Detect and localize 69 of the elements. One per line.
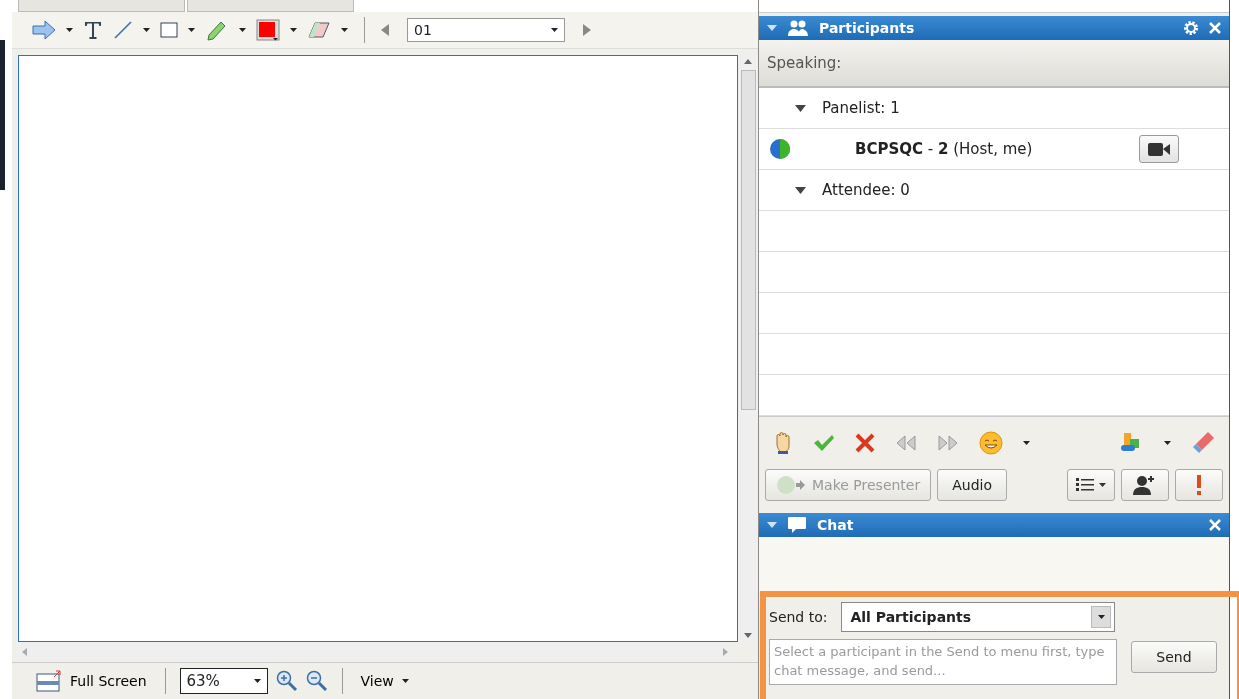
recipient-dropdown[interactable]: All Participants xyxy=(841,602,1116,632)
add-person-icon xyxy=(1133,475,1157,495)
status-globe-icon xyxy=(769,138,791,160)
scroll-down-icon[interactable] xyxy=(744,633,752,638)
collapse-arrow-icon[interactable] xyxy=(767,522,777,528)
chat-header[interactable]: Chat xyxy=(759,513,1229,537)
text-tool-icon[interactable] xyxy=(83,20,103,40)
send-to-label: Send to: xyxy=(769,609,828,625)
alert-button[interactable] xyxy=(1175,469,1223,501)
caret-icon[interactable] xyxy=(188,28,195,32)
caret-icon[interactable] xyxy=(290,28,297,32)
send-button[interactable]: Send xyxy=(1131,641,1217,673)
globe-arrow-icon xyxy=(776,475,806,495)
close-icon[interactable] xyxy=(1209,22,1221,34)
arrow-tool-icon[interactable] xyxy=(32,20,56,40)
people-icon xyxy=(787,20,809,36)
caret-icon[interactable] xyxy=(1023,441,1030,445)
close-icon[interactable] xyxy=(1209,519,1221,531)
full-screen-icon xyxy=(36,670,62,692)
eraser-icon[interactable] xyxy=(1191,431,1215,455)
dropdown-caret-icon[interactable] xyxy=(551,28,558,32)
invite-button[interactable] xyxy=(1121,469,1169,501)
caret-icon[interactable] xyxy=(66,28,73,32)
audio-button[interactable]: Audio xyxy=(937,469,1008,501)
speech-bubble-icon xyxy=(787,516,807,534)
cross-icon[interactable] xyxy=(855,433,875,453)
smiley-icon[interactable] xyxy=(979,431,1003,455)
participants-header[interactable]: Participants xyxy=(759,16,1229,40)
caret-icon[interactable] xyxy=(341,28,348,32)
scroll-up-icon[interactable] xyxy=(744,59,752,64)
check-icon[interactable] xyxy=(813,434,835,452)
zoom-out-icon[interactable] xyxy=(305,670,328,692)
list-options-button[interactable] xyxy=(1067,469,1115,501)
group-label: Attendee: 0 xyxy=(822,181,910,199)
view-menu[interactable]: View xyxy=(356,673,413,689)
previous-page-icon[interactable] xyxy=(381,24,389,36)
dropdown-caret-icon[interactable] xyxy=(1098,615,1105,619)
vertical-scrollbar[interactable] xyxy=(738,55,758,642)
list-icon xyxy=(1076,477,1106,493)
rectangle-tool-icon[interactable] xyxy=(160,22,178,38)
video-camera-icon xyxy=(1148,142,1170,156)
dropdown-caret-icon[interactable] xyxy=(253,679,261,683)
color-picker-icon[interactable] xyxy=(256,19,280,41)
eraser-tool-icon[interactable] xyxy=(307,21,331,39)
raise-hand-icon[interactable] xyxy=(773,431,793,455)
expand-arrow-icon[interactable] xyxy=(795,186,806,194)
exclamation-icon xyxy=(1196,475,1202,495)
full-screen-button[interactable]: Full Screen xyxy=(32,670,151,692)
caret-icon[interactable] xyxy=(143,28,150,32)
chat-input-field[interactable]: Select a participant in the Send to menu first, type chat message, and send... xyxy=(769,639,1117,685)
expand-arrow-icon[interactable] xyxy=(795,104,806,112)
caret-icon xyxy=(401,679,409,683)
page-dropdown[interactable]: 01 xyxy=(407,18,565,42)
next-page-icon[interactable] xyxy=(583,24,591,36)
caret-icon[interactable] xyxy=(239,28,246,32)
settings-icon[interactable] xyxy=(1183,20,1199,36)
fast-forward-icon[interactable] xyxy=(937,435,959,451)
caret-icon[interactable] xyxy=(1164,441,1171,445)
video-button[interactable] xyxy=(1139,135,1179,163)
line-tool-icon[interactable] xyxy=(113,20,133,40)
rewind-icon[interactable] xyxy=(895,435,917,451)
participant-name[interactable]: BCPSQC - 2 (Host, me) xyxy=(855,140,1139,158)
collapse-arrow-icon[interactable] xyxy=(767,25,777,31)
zoom-dropdown[interactable]: 63% xyxy=(179,668,268,694)
panel-title: Participants xyxy=(819,20,915,36)
group-label: Panelist: 1 xyxy=(822,99,900,117)
speaking-label: Speaking: xyxy=(767,54,842,72)
panel-title: Chat xyxy=(817,517,854,533)
zoom-in-icon[interactable] xyxy=(275,670,298,692)
